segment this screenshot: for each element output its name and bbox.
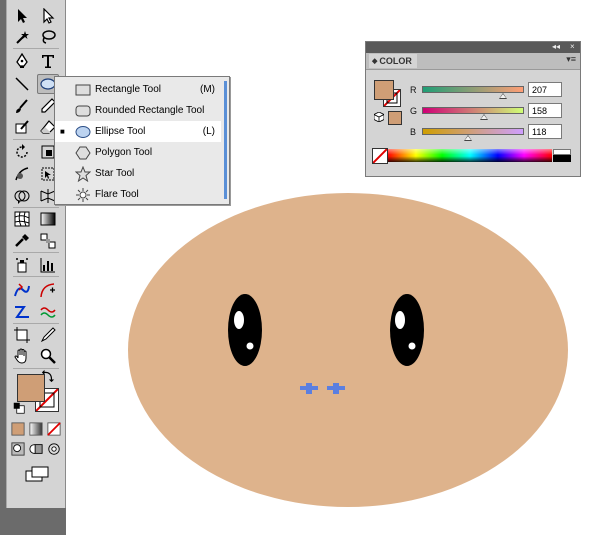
wrinkle-tool-icon[interactable] (37, 302, 59, 322)
symbol-sprayer-tool-icon[interactable] (11, 255, 33, 275)
mesh-tool-icon[interactable] (11, 209, 33, 229)
red-slider-thumb[interactable] (499, 93, 507, 99)
tab-arrow-icon: ◆ (372, 58, 378, 65)
eyedropper-tool-icon[interactable] (11, 231, 33, 251)
fly-label: Ellipse Tool (95, 126, 146, 137)
lasso-tool-icon[interactable] (37, 27, 59, 47)
paintbrush-tool-icon[interactable] (11, 96, 33, 116)
default-fill-stroke-icon[interactable] (13, 402, 25, 414)
fly-label: Rounded Rectangle Tool (95, 105, 205, 116)
draw-normal-icon[interactable] (11, 442, 25, 456)
web-safe-swatch[interactable] (388, 111, 402, 125)
red-value-input[interactable]: 207 (528, 82, 562, 97)
blue-slider-thumb[interactable] (464, 135, 472, 141)
color-panel: ◂◂ × ◆ COLOR ▾≡ R 207 G 158 B 118 (365, 41, 581, 177)
polygon-icon (75, 146, 91, 160)
flare-tool-item[interactable]: Flare Tool (55, 184, 221, 205)
blob-brush-tool-icon[interactable] (11, 117, 33, 137)
blend-tool-icon[interactable] (37, 231, 59, 251)
fill-swatch[interactable] (17, 374, 45, 402)
fly-label: Flare Tool (95, 189, 139, 200)
color-spectrum-bar[interactable] (388, 149, 552, 162)
star-icon (75, 166, 91, 182)
right-eye-highlight-small (408, 342, 416, 350)
rotate-tool-icon[interactable] (11, 142, 33, 162)
draw-inside-icon[interactable] (47, 442, 61, 456)
magic-wand-tool-icon[interactable] (11, 27, 33, 47)
flare-icon (76, 188, 90, 202)
selected-marker: ■ (60, 127, 65, 136)
fly-label: Star Tool (95, 168, 135, 179)
warp-tool-icon[interactable] (11, 164, 33, 184)
none-color-swatch[interactable] (372, 148, 388, 164)
width-tool-icon[interactable] (11, 280, 33, 300)
panel-tab-bar: ◆ COLOR ▾≡ (366, 53, 580, 70)
selection-tool-icon[interactable] (11, 6, 33, 26)
left-eye-highlight-small (246, 342, 254, 350)
shape-builder-tool-icon[interactable] (11, 186, 33, 206)
right-eye[interactable] (390, 294, 424, 366)
green-slider-thumb[interactable] (480, 114, 488, 120)
green-label: G (410, 106, 418, 116)
pucker-tool-icon[interactable] (11, 302, 33, 322)
panel-menu-icon[interactable]: ▾≡ (566, 54, 576, 65)
left-eye-highlight-large (234, 311, 244, 329)
gradient-mode-icon[interactable] (29, 422, 43, 436)
green-slider-row: G 158 (410, 103, 575, 123)
panel-title-bar[interactable]: ◂◂ × (366, 42, 580, 53)
screen-mode-icon[interactable] (25, 466, 49, 482)
zoom-tool-icon[interactable] (37, 346, 59, 366)
type-tool-icon[interactable] (37, 51, 59, 71)
left-eye[interactable] (228, 294, 262, 366)
fly-label: Rectangle Tool (95, 84, 161, 95)
close-panel-icon[interactable]: × (570, 42, 575, 51)
pen-tool-icon[interactable] (11, 51, 33, 71)
hand-tool-icon[interactable] (11, 346, 33, 366)
rounded-rectangle-tool-item[interactable]: Rounded Rectangle Tool (55, 100, 221, 121)
green-slider-track[interactable] (422, 107, 524, 114)
green-value-input[interactable]: 158 (528, 103, 562, 118)
slice-tool-icon[interactable] (37, 325, 59, 345)
column-graph-tool-icon[interactable] (37, 255, 59, 275)
star-tool-item[interactable]: Star Tool (55, 163, 221, 184)
black-swatch[interactable] (553, 155, 571, 162)
draw-behind-icon[interactable] (29, 442, 43, 456)
rectangle-icon (75, 84, 91, 96)
flyout-scrollbar[interactable] (224, 81, 227, 199)
ellipse-tool-item[interactable]: ■ Ellipse Tool (L) (55, 121, 221, 142)
color-mode-icon[interactable] (11, 422, 25, 436)
fly-shortcut: (L) (202, 126, 215, 137)
tab-color[interactable]: ◆ COLOR (369, 54, 417, 68)
fly-shortcut: (M) (200, 84, 215, 95)
reshape-tool-icon[interactable] (37, 280, 59, 300)
fly-label: Polygon Tool (95, 147, 153, 158)
blue-slider-row: B 118 (410, 124, 575, 144)
red-slider-track[interactable] (422, 86, 524, 93)
direct-selection-tool-icon[interactable] (37, 6, 59, 26)
rectangle-tool-item[interactable]: Rectangle Tool (M) (55, 79, 221, 100)
tab-color-label: COLOR (379, 56, 412, 66)
face-ellipse[interactable] (128, 193, 568, 507)
out-of-gamut-cube-icon[interactable] (374, 112, 384, 122)
red-slider-row: R 207 (410, 82, 575, 102)
red-label: R (410, 85, 417, 95)
black-white-swatches[interactable] (553, 149, 571, 162)
rounded-rectangle-icon (75, 105, 91, 117)
shape-tools-flyout: Rectangle Tool (M) Rounded Rectangle Too… (54, 76, 230, 205)
blue-value-input[interactable]: 118 (528, 124, 562, 139)
gradient-tool-icon[interactable] (37, 209, 59, 229)
right-eye-highlight-large (395, 311, 405, 329)
blue-slider-track[interactable] (422, 128, 524, 135)
line-segment-tool-icon[interactable] (11, 74, 33, 94)
blue-label: B (410, 127, 417, 137)
panel-fill-swatch[interactable] (374, 80, 394, 100)
none-mode-icon[interactable] (47, 422, 61, 436)
polygon-tool-item[interactable]: Polygon Tool (55, 142, 221, 163)
ellipse-icon (75, 126, 91, 138)
collapse-panel-icon[interactable]: ◂◂ (552, 42, 560, 51)
artboard-tool-icon[interactable] (11, 325, 33, 345)
